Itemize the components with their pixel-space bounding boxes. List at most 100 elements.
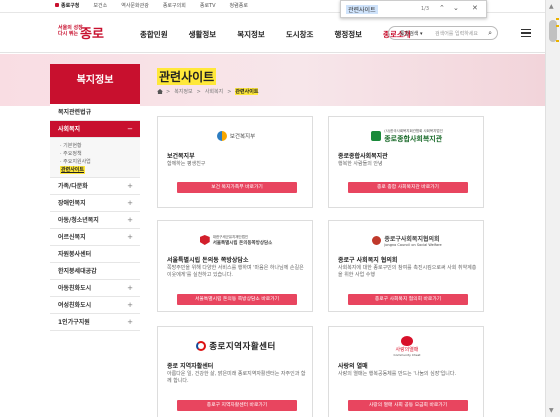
submenu-item-status[interactable]: · 기본현황 xyxy=(60,142,140,150)
card-link-button[interactable]: 보건 복지가족부 바로가기 xyxy=(177,182,297,193)
find-close-icon[interactable]: ✕ xyxy=(472,4,478,12)
site-card: 종로지역자활센터 종로 지역자활센터 아름다운 일, 건강한 삶, 밝은미래 종… xyxy=(157,326,313,417)
find-match-marker xyxy=(556,40,559,42)
card-desc: 아름다운 일, 건강한 삶, 밝은미래 종로지역자활센터는 자주인과 함께 합니… xyxy=(167,371,306,384)
card-logo: 사랑의열매 Community Chest xyxy=(329,333,485,359)
expand-icon: + xyxy=(127,284,133,292)
salvation-army-logo-icon xyxy=(199,235,210,245)
sidebar-item-single-household[interactable]: 1인가구지원 + xyxy=(50,314,140,331)
welfare-center-logo-icon xyxy=(371,131,382,141)
site-card: (사)한국사회복지회관협회 사회복지법인 종로종합사회복지관 종로종합사회복지관 … xyxy=(328,116,484,208)
collapse-icon: − xyxy=(127,125,133,133)
card-logo: 종로구사회복지협의회 Jongno Council on Social Welfa… xyxy=(329,227,485,253)
submenu-item-policy[interactable]: · 주요정책 xyxy=(60,150,140,158)
nav-item-city[interactable]: 도시창조 xyxy=(286,29,314,40)
breadcrumb: > 복지정보 > 사회복지 > 관련사이트 xyxy=(157,88,262,95)
site-card: 종로구사회복지협의회 Jongno Council on Social Welfa… xyxy=(328,220,484,312)
card-desc: 쪽방주민을 위해 다양한 서비스를 행하며 '마음은 하나님께 손길은 이웃에게… xyxy=(167,265,304,278)
sidebar-item-disability[interactable]: 장애인복지 + xyxy=(50,195,140,212)
card-title: 서울특별시립 돈의동 쪽방상담소 xyxy=(167,257,249,264)
submenu-item-related-sites[interactable]: 관련사이트 xyxy=(60,166,86,174)
card-link-button[interactable]: 종로 종합 사회복지관 바로가기 xyxy=(348,182,468,193)
chevron-down-icon: ▾ xyxy=(420,31,423,37)
card-title: 종로 지역자활센터 xyxy=(167,363,214,370)
card-logo: 대한구세군유지재단법인 서울특별시립 돈의동쪽방상담소 xyxy=(158,227,314,253)
rehab-center-logo-icon xyxy=(196,341,207,351)
card-desc: 행복한 사람들의 안녕 xyxy=(338,161,383,167)
nav-item-life[interactable]: 생활정보 xyxy=(189,29,217,40)
fruit-of-love-logo-icon xyxy=(401,335,413,346)
utility-link-jongno[interactable]: 종로구청 xyxy=(55,2,79,9)
card-desc: 함께하는 평생친구 xyxy=(167,161,206,167)
card-link-button[interactable]: 종로구 지역자활센터 바로가기 xyxy=(177,400,297,411)
logo-title: 종로 xyxy=(80,27,104,42)
sidebar-item-social-welfare[interactable]: 사회복지 − xyxy=(50,121,140,138)
sidebar-title: 복지정보 xyxy=(50,64,140,104)
sidebar: 복지정보 복지관련법규 사회복지 − · 기본현황 · 주요정책 · 주요지원사업… xyxy=(50,64,140,331)
sidebar-item-women-city[interactable]: 여성친화도시 + xyxy=(50,297,140,314)
submenu-item-support[interactable]: · 주요지원사업 xyxy=(60,158,140,166)
site-header: 서울의 성장 다시 뛰는 종로 종합민원 생활정보 복지정보 도시창조 행정정보… xyxy=(0,13,545,53)
sidebar-item-youth[interactable]: 아동/청소년복지 + xyxy=(50,212,140,229)
card-link-button[interactable]: 서울특별시립 돈의동 쪽방상담소 바로가기 xyxy=(177,294,297,305)
breadcrumb-sep: > xyxy=(166,88,171,95)
breadcrumb-item[interactable]: 복지정보 xyxy=(174,88,192,95)
sidebar-item-law[interactable]: 복지관련법규 xyxy=(50,104,140,121)
search-box: 통합검색 ▾ 검색어를 입력하세요 ⌕ xyxy=(388,26,498,40)
utility-link-clean[interactable]: 청렴종로 xyxy=(230,2,248,9)
find-next-icon[interactable]: ⌄ xyxy=(453,4,459,12)
scroll-up-icon[interactable]: ▲ xyxy=(549,3,554,10)
card-logo: 보건복지부 xyxy=(158,123,314,149)
breadcrumb-current: 관련사이트 xyxy=(235,88,259,95)
breadcrumb-sep: > xyxy=(196,88,201,95)
card-logo: (사)한국사회복지회관협회 사회복지법인 종로종합사회복지관 xyxy=(329,123,485,149)
utility-link-council[interactable]: 종로구의회 xyxy=(163,2,186,9)
find-match-marker xyxy=(556,25,559,27)
home-icon[interactable] xyxy=(157,89,163,94)
scroll-down-icon[interactable]: ▼ xyxy=(549,407,554,414)
mohw-logo-icon xyxy=(216,131,227,141)
search-icon[interactable]: ⌕ xyxy=(488,29,492,38)
card-title: 사랑의 열매 xyxy=(338,363,368,370)
card-desc: 사회복지에 대한 종로구민의 참여를 촉진시킴으로써 사회 취약계층을 위한 사… xyxy=(338,265,477,278)
nav-item-admin[interactable]: 행정정보 xyxy=(334,29,362,40)
site-card: 대한구세군유지재단법인 서울특별시립 돈의동쪽방상담소 서울특별시립 돈의동 쪽방… xyxy=(157,220,313,312)
find-prev-icon[interactable]: ⌃ xyxy=(439,4,445,12)
expand-icon: + xyxy=(127,301,133,309)
card-link-button[interactable]: 종로구 사회복지 협의회 바로가기 xyxy=(348,294,468,305)
card-title: 종로종합사회복지관 xyxy=(338,153,388,160)
find-bar: 관련사이트 1/3 ⌃ ⌄ ✕ xyxy=(340,0,487,18)
sidebar-item-senior[interactable]: 어르신복지 + xyxy=(50,229,140,246)
scrollbar-thumb[interactable] xyxy=(549,20,557,42)
site-logo[interactable]: 서울의 성장 다시 뛰는 종로 xyxy=(58,23,104,45)
sidebar-item-generation[interactable]: 한지붕세대공감 xyxy=(50,263,140,280)
card-title: 보건복지부 xyxy=(167,153,195,160)
utility-link-health[interactable]: 보건소 xyxy=(93,2,107,9)
expand-icon: + xyxy=(127,233,133,241)
sidebar-item-family[interactable]: 가족/다문화 + xyxy=(50,178,140,195)
expand-icon: + xyxy=(127,216,133,224)
site-card: 보건복지부 보건복지부 함께하는 평생친구 보건 복지가족부 바로가기 xyxy=(157,116,313,208)
breadcrumb-sep: > xyxy=(227,88,232,95)
sidebar-item-volunteer[interactable]: 자원봉사센터 xyxy=(50,246,140,263)
expand-icon: + xyxy=(127,318,133,326)
utility-link-tv[interactable]: 종로TV xyxy=(200,2,216,9)
card-link-button[interactable]: 사랑의 열매 사회 공동 모금회 바로가기 xyxy=(348,400,468,411)
find-query-input[interactable]: 관련사이트 xyxy=(346,5,378,14)
utility-link-tour[interactable]: 역사문화관광 xyxy=(121,2,149,9)
page-title: 관련사이트 xyxy=(157,68,217,85)
nav-item-welfare[interactable]: 복지정보 xyxy=(237,29,265,40)
card-title: 종로구 사회복지 협의회 xyxy=(338,257,398,264)
card-logo: 종로지역자활센터 xyxy=(158,333,314,359)
search-input[interactable]: 검색어를 입력하세요 xyxy=(435,30,478,37)
nav-item-civil[interactable]: 종합민원 xyxy=(140,29,168,40)
hamburger-menu-icon[interactable] xyxy=(521,29,531,39)
site-card: 사랑의열매 Community Chest 사랑의 열매 사랑의 열매는 행복공동… xyxy=(328,326,484,417)
breadcrumb-item[interactable]: 사회복지 xyxy=(205,88,223,95)
find-count: 1/3 xyxy=(421,6,430,12)
expand-icon: + xyxy=(127,182,133,190)
search-scope-select[interactable]: 통합검색 ▾ xyxy=(400,30,423,37)
sidebar-submenu: · 기본현황 · 주요정책 · 주요지원사업 관련사이트 xyxy=(50,138,140,178)
sidebar-item-child-city[interactable]: 아동친화도시 + xyxy=(50,280,140,297)
vertical-scrollbar[interactable]: ▲ ▼ xyxy=(545,0,560,417)
